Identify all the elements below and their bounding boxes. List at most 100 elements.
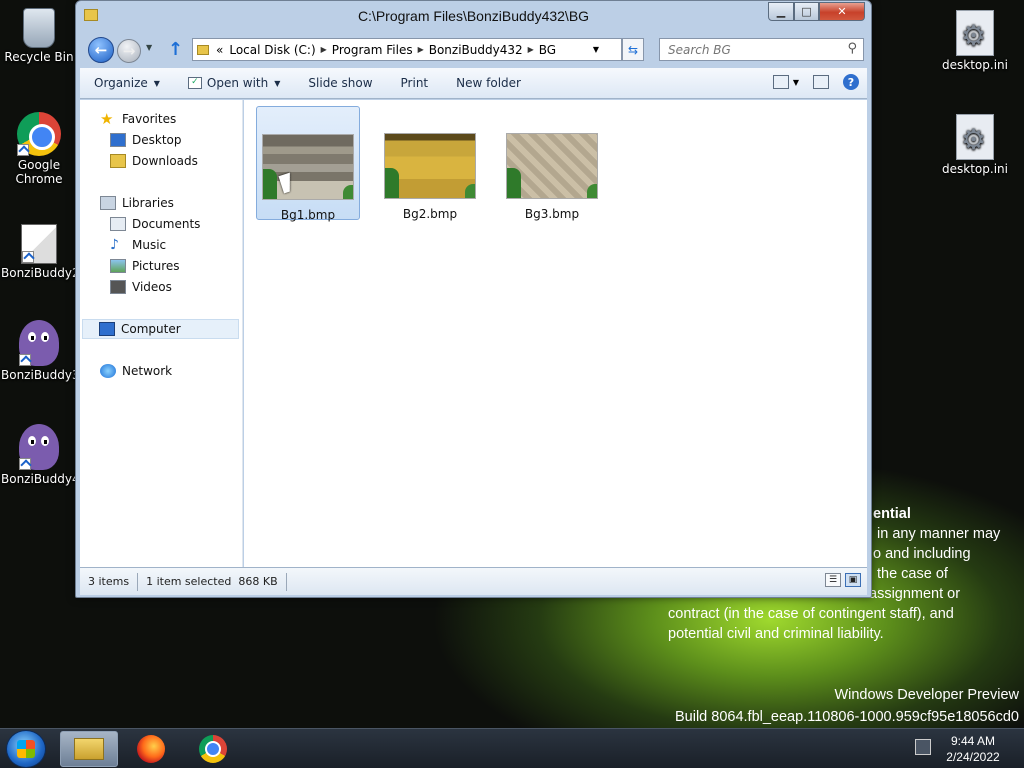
address-segment-local-disk[interactable]: Local Disk (C:) (229, 43, 315, 57)
nav-pictures[interactable]: Pictures (110, 256, 180, 276)
close-button[interactable]: ✕ (819, 2, 865, 21)
pictures-icon (110, 259, 126, 273)
nav-downloads[interactable]: Downloads (110, 151, 198, 171)
shortcut-arrow-icon (19, 458, 31, 470)
file-item-bg3[interactable]: Bg3.bmp (500, 106, 604, 221)
nav-music[interactable]: ♪ Music (110, 235, 166, 255)
bonzibuddy3-label: BonziBuddy3 (1, 368, 80, 382)
nav-network[interactable]: Network (100, 361, 172, 381)
help-icon[interactable]: ? (843, 74, 859, 90)
nav-documents-label: Documents (132, 217, 201, 231)
image-thumbnail (384, 133, 476, 199)
thumb-foliage (263, 169, 277, 199)
thumb-foliage (587, 184, 597, 198)
chevron-down-icon[interactable]: ▼ (793, 78, 799, 87)
chevron-down-icon: ▼ (153, 78, 160, 88)
address-overflow[interactable]: « (216, 43, 223, 57)
back-arrow-icon: ← (94, 41, 108, 59)
search-box[interactable]: ⚲ (659, 38, 864, 61)
file-name: Bg3.bmp (524, 207, 580, 221)
desktop-icon-chrome[interactable]: Google Chrome (1, 112, 77, 186)
navigation-pane: ★ Favorites Desktop Downloads Libraries D… (80, 100, 243, 567)
build-watermark: Windows Developer Preview Build 8064.fbl… (675, 684, 1019, 728)
desktop-icon-bonzibuddy2[interactable]: BonziBuddy2 (1, 224, 80, 280)
search-icon[interactable]: ⚲ (847, 41, 857, 56)
nav-favorites[interactable]: ★ Favorites (100, 109, 176, 129)
large-icons-view-icon[interactable]: ▣ (845, 573, 861, 587)
recycle-bin-label: Recycle Bin (4, 50, 74, 64)
change-view-icon[interactable] (772, 75, 789, 89)
desktop-icon-recycle-bin[interactable]: Recycle Bin (1, 8, 77, 64)
minimize-button[interactable]: ▁ (768, 2, 794, 21)
new-folder-button[interactable]: New folder (442, 68, 535, 98)
preview-pane-icon[interactable] (813, 75, 829, 89)
bonzi-gorilla-icon (19, 320, 59, 366)
nav-pictures-label: Pictures (132, 259, 180, 273)
chevron-down-icon: ▼ (274, 78, 281, 88)
chevron-right-icon[interactable]: ▶ (418, 45, 424, 54)
item-count: 3 items (80, 572, 139, 591)
up-button[interactable]: ↑ (168, 39, 183, 60)
shortcut-arrow-icon (22, 251, 34, 263)
status-bar: 3 items 1 item selected 868 KB ☰ ▣ (80, 567, 867, 595)
computer-icon (99, 322, 115, 336)
address-bar[interactable]: « Local Disk (C:) ▶ Program Files ▶ Bonz… (192, 38, 622, 61)
open-with-label: Open with (206, 76, 269, 90)
desktop-icon-bonzibuddy3[interactable]: BonziBuddy3 (1, 320, 80, 382)
print-button[interactable]: Print (387, 68, 443, 98)
nav-documents[interactable]: Documents (110, 214, 200, 234)
bonzi-flag-icon (21, 224, 57, 264)
address-folder-icon (197, 44, 209, 55)
address-segment-program-files[interactable]: Program Files (332, 43, 413, 57)
thumb-foliage (343, 185, 353, 199)
view-controls: ▼ ? (772, 74, 859, 90)
file-name: Bg1.bmp (280, 208, 336, 222)
organize-button[interactable]: Organize ▼ (80, 68, 174, 98)
taskbar-firefox[interactable] (122, 731, 180, 767)
image-viewer-icon: ✓ (187, 77, 202, 89)
network-tray-icon[interactable] (915, 739, 931, 755)
nav-libraries[interactable]: Libraries (100, 193, 174, 213)
recent-pages-dropdown[interactable]: ▼ (146, 43, 152, 52)
thumb-foliage (465, 184, 475, 198)
chevron-right-icon[interactable]: ▶ (528, 45, 534, 54)
details-view-icon[interactable]: ☰ (825, 573, 841, 587)
documents-icon (110, 217, 126, 231)
refresh-button[interactable]: ⇆ (622, 38, 644, 61)
file-list[interactable]: Bg1.bmp Bg2.bmp Bg3.bmp (244, 100, 867, 567)
search-input[interactable] (660, 39, 835, 60)
maximize-button[interactable]: □ (794, 2, 819, 21)
chevron-right-icon[interactable]: ▶ (321, 45, 327, 54)
recycle-bin-icon (23, 8, 55, 48)
file-item-bg1[interactable]: Bg1.bmp (256, 106, 360, 222)
command-bar: Organize ▼ ✓ Open with ▼ Slide show Print N… (80, 68, 867, 99)
nav-computer-label: Computer (121, 322, 181, 336)
desktop-icon-ini-1[interactable]: desktop.ini (937, 10, 1013, 72)
open-with-button[interactable]: ✓ Open with ▼ (174, 68, 294, 98)
forward-button[interactable]: → (117, 39, 141, 63)
back-button[interactable]: ← (88, 37, 114, 63)
nav-desktop[interactable]: Desktop (110, 130, 182, 150)
firefox-icon (137, 735, 165, 763)
desktop-icon-ini-2[interactable]: desktop.ini (937, 114, 1013, 176)
start-button[interactable] (6, 730, 46, 768)
network-icon (100, 364, 116, 378)
address-segment-bonzibuddy432[interactable]: BonziBuddy432 (429, 43, 523, 57)
file-item-bg2[interactable]: Bg2.bmp (378, 106, 482, 221)
desktop-icon-bonzibuddy4[interactable]: BonziBuddy4 (1, 424, 80, 486)
organize-label: Organize (94, 76, 148, 90)
taskbar-chrome[interactable] (184, 731, 242, 767)
slide-show-button[interactable]: Slide show (294, 68, 386, 98)
address-segment-bg[interactable]: BG (539, 43, 556, 57)
address-dropdown-icon[interactable]: ▼ (593, 45, 599, 54)
watermark-line: contract (in the case of contingent staf… (668, 606, 954, 622)
window-title: C:\Program Files\BonziBuddy432\BG (357, 8, 590, 24)
nav-network-label: Network (122, 364, 173, 378)
explorer-window[interactable]: C:\Program Files\BonziBuddy432\BG ▁ □ ✕ … (75, 0, 872, 598)
taskbar-clock[interactable]: 9:44 AM 2/24/2022 (938, 733, 1008, 765)
nav-videos[interactable]: Videos (110, 277, 172, 297)
file-name: Bg2.bmp (402, 207, 458, 221)
nav-computer[interactable]: Computer (82, 319, 239, 339)
taskbar-explorer[interactable] (60, 731, 118, 767)
clock-time: 9:44 AM (950, 734, 996, 748)
